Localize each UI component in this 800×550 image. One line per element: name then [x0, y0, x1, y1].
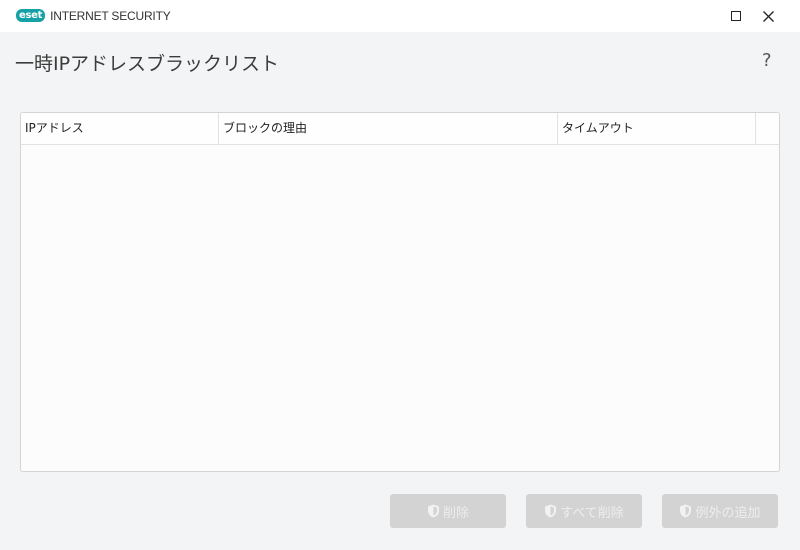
table-body[interactable]	[21, 145, 779, 471]
delete-button[interactable]: 削除	[390, 494, 506, 528]
column-header-timeout[interactable]: タイムアウト	[558, 113, 756, 144]
column-header-block-reason[interactable]: ブロックの理由	[219, 113, 558, 144]
add-exception-button[interactable]: 例外の追加	[662, 494, 778, 528]
delete-all-button-label: すべて削除	[560, 505, 624, 521]
title-bar: eset INTERNET SECURITY	[0, 0, 800, 32]
shield-icon	[427, 504, 439, 518]
column-header-ip-address[interactable]: IPアドレス	[21, 113, 219, 144]
add-exception-button-label: 例外の追加	[695, 505, 761, 521]
table-header: IPアドレス ブロックの理由 タイムアウト	[21, 113, 779, 145]
eset-logo-badge: eset	[16, 9, 46, 22]
page-title: 一時IPアドレスブラックリスト	[15, 53, 280, 75]
shield-icon	[680, 504, 692, 518]
maximize-button[interactable]	[720, 0, 752, 32]
close-icon	[762, 10, 774, 22]
help-button[interactable]: ?	[762, 50, 772, 71]
window: eset INTERNET SECURITY 一時IPアドレスブラックリスト ?…	[0, 0, 800, 550]
delete-button-label: 削除	[442, 505, 469, 521]
app-logo: eset INTERNET SECURITY	[16, 8, 171, 23]
column-header-extra[interactable]	[756, 113, 779, 144]
delete-all-button[interactable]: すべて削除	[526, 494, 642, 528]
blacklist-table: IPアドレス ブロックの理由 タイムアウト	[20, 112, 780, 472]
maximize-icon	[731, 11, 741, 21]
shield-icon	[545, 504, 557, 518]
close-button[interactable]	[752, 0, 784, 32]
app-name: INTERNET SECURITY	[50, 8, 171, 23]
